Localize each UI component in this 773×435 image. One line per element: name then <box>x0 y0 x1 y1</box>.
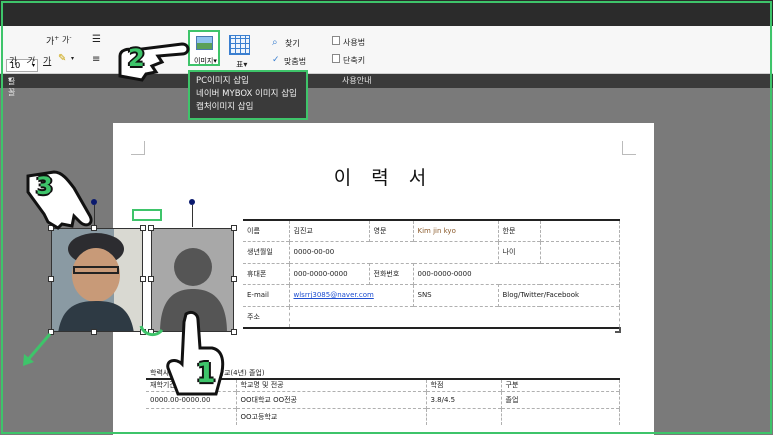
table-row: 휴대폰 000-0000-0000 전화번호 000-0000-0000 <box>243 262 620 285</box>
email-link[interactable]: wlsrrj3085@naver.com <box>289 284 414 306</box>
table-cell[interactable]: 전화번호 <box>369 262 414 285</box>
shortcut-button[interactable]: 단축키 <box>343 55 365 66</box>
italic-button[interactable]: 가 <box>26 54 34 67</box>
resize-handle[interactable] <box>148 276 154 282</box>
highlight-color-icon[interactable]: ✎ <box>58 53 66 64</box>
table-cell[interactable]: OO대학교 OO전공 <box>236 390 427 408</box>
font-grow-button[interactable]: 가+ <box>46 34 59 47</box>
find-button[interactable]: 찾기 <box>285 38 300 49</box>
page-corner-mark <box>622 141 636 155</box>
shortcut-icon <box>332 54 340 63</box>
menu-item-capture-image[interactable]: 캡처이미지 삽입 <box>196 101 300 114</box>
table-cell[interactable]: OO고등학교 <box>236 407 427 425</box>
table-header[interactable]: 학교명 및 전공 <box>236 378 427 391</box>
hand-pointer-icon <box>166 310 225 396</box>
table-header[interactable]: 학점 <box>426 378 502 391</box>
table-cell[interactable]: Blog/Twitter/Facebook <box>498 284 620 306</box>
table-header[interactable]: 구분 <box>501 378 620 391</box>
resize-handle[interactable] <box>91 329 97 335</box>
table-cell[interactable]: E-mail <box>243 284 290 306</box>
table-cell[interactable] <box>540 241 620 263</box>
usage-icon <box>332 36 340 45</box>
resize-handle[interactable] <box>48 276 54 282</box>
table-cell[interactable]: 나이 <box>498 241 541 263</box>
table-cell[interactable]: Kim jin kyo <box>413 219 499 242</box>
table-cell[interactable]: 영문 <box>369 219 414 242</box>
resume-title: 이 력 서 <box>333 167 434 189</box>
table-cell[interactable] <box>426 407 502 425</box>
table-cell[interactable]: 000-0000-0000 <box>413 262 620 285</box>
inserted-photo[interactable] <box>51 228 143 332</box>
table-row: 생년월일 0000-00-00 나이 <box>243 241 620 263</box>
spellcheck-icon[interactable]: ✓ <box>272 55 280 65</box>
image-icon <box>196 36 213 50</box>
hand-pointer-icon <box>26 170 93 230</box>
resize-handle[interactable] <box>148 225 154 231</box>
rotate-handle-line <box>192 205 193 227</box>
table-cell[interactable]: 주소 <box>243 305 290 329</box>
step-1-badge: 1 <box>196 356 216 389</box>
resize-handle[interactable] <box>231 329 237 335</box>
image-insert-menu: PC이미지 삽입 네이버 MYBOX 이미지 삽입 캡처이미지 삽입 <box>188 70 308 120</box>
group-font-label: 글꼴 ▾ <box>8 75 16 97</box>
group-guide-label: 사용안내 <box>342 76 372 85</box>
table-cell[interactable]: 000-0000-0000 <box>289 262 370 285</box>
table-cell[interactable]: SNS <box>413 284 499 306</box>
table-row: 이름 김진교 영문 Kim jin kyo 한문 <box>243 219 620 242</box>
insert-image-label: 이미지▾ <box>194 57 217 65</box>
step-2-badge: 2 <box>128 44 145 72</box>
usage-button[interactable]: 사용법 <box>343 37 365 48</box>
align-icon[interactable]: ≡ <box>92 54 100 65</box>
bold-button[interactable]: 가 <box>9 54 17 67</box>
bullet-list-icon[interactable]: ☰ <box>92 34 101 45</box>
table-cell[interactable] <box>146 407 237 425</box>
menu-item-mybox-image[interactable]: 네이버 MYBOX 이미지 삽입 <box>196 88 300 101</box>
table-cell[interactable]: 한문 <box>498 219 541 242</box>
resize-handle[interactable] <box>231 225 237 231</box>
table-cell[interactable]: 휴대폰 <box>243 262 290 285</box>
table-cell[interactable] <box>289 305 620 329</box>
annotation-arrow-icon <box>23 333 52 366</box>
table-row: 주소 <box>243 305 620 329</box>
table-cell[interactable]: 이름 <box>243 219 290 242</box>
person-photo-image <box>52 229 142 331</box>
chevron-down-icon[interactable]: ▾ <box>71 55 74 62</box>
table-row: E-mail wlsrrj3085@naver.com SNS Blog/Twi… <box>243 284 620 306</box>
insert-table-button[interactable] <box>229 35 250 55</box>
table-cell[interactable]: 졸업 <box>501 390 620 408</box>
menu-item-pc-image[interactable]: PC이미지 삽입 <box>196 75 300 88</box>
underline-button[interactable]: 가 <box>43 54 51 67</box>
page-corner-mark <box>131 141 145 155</box>
spellcheck-button[interactable]: 맞춤법 <box>284 56 306 67</box>
table-row: OO고등학교 <box>146 407 620 425</box>
resize-handle[interactable] <box>140 276 146 282</box>
app-title-bar <box>0 0 773 26</box>
insert-table-label: 표▾ <box>236 60 248 69</box>
table-cell[interactable]: 생년월일 <box>243 241 290 263</box>
hand-pointer-icon <box>118 42 190 82</box>
find-icon[interactable]: ⌕ <box>272 37 278 48</box>
font-shrink-button[interactable]: 가- <box>62 34 72 46</box>
table-cell[interactable] <box>540 219 620 242</box>
table-cell[interactable]: 3.8/4.5 <box>426 390 502 408</box>
annotation-highlight-box <box>132 209 162 221</box>
personal-info-table: 이름 김진교 영문 Kim jin kyo 한문 생년월일 0000-00-00… <box>243 219 620 329</box>
table-cell[interactable]: 김진교 <box>289 219 370 242</box>
step-3-badge: 3 <box>36 172 53 200</box>
table-cell[interactable] <box>501 407 620 425</box>
resize-handle[interactable] <box>231 276 237 282</box>
table-resize-handle[interactable] <box>615 327 621 333</box>
resize-handle[interactable] <box>140 225 146 231</box>
table-cell[interactable]: 0000-00-00 <box>289 241 499 263</box>
